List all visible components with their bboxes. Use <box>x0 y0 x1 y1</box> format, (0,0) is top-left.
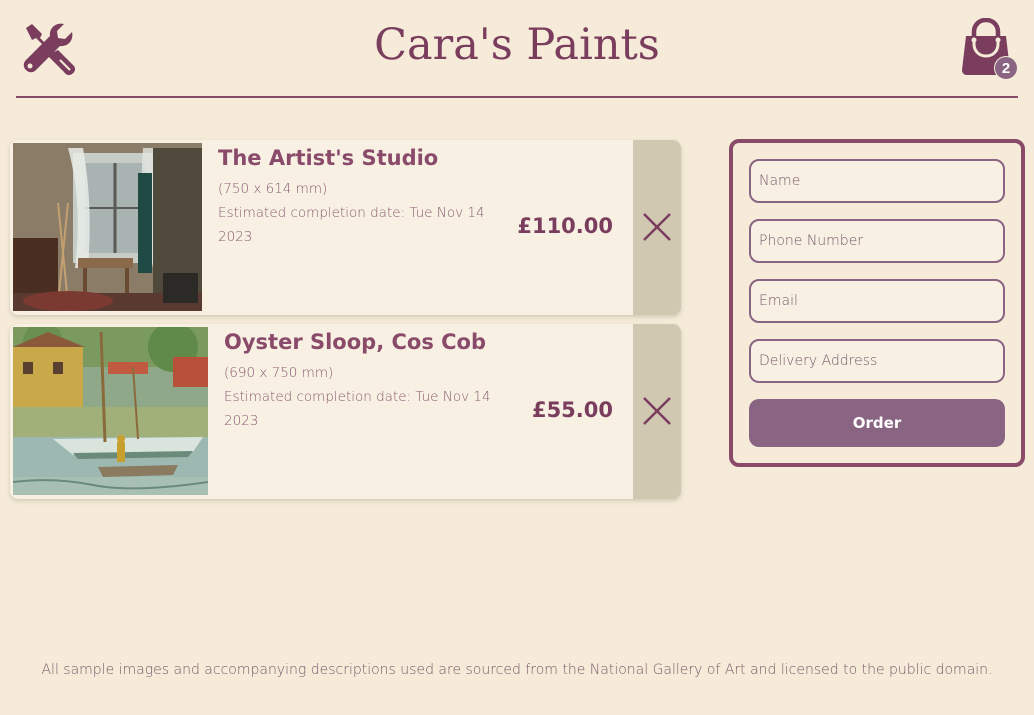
close-icon <box>643 213 671 241</box>
cart-item: The Artist's Studio (750 x 614 mm) Estim… <box>10 140 681 315</box>
remove-item-button[interactable] <box>633 140 681 315</box>
item-price: £55.00 <box>531 398 613 422</box>
item-eta-line: 2023 <box>224 413 259 429</box>
name-field[interactable] <box>749 159 1005 203</box>
item-price: £110.00 <box>517 214 613 238</box>
item-title: The Artist's Studio <box>218 146 439 170</box>
phone-field[interactable] <box>749 219 1005 263</box>
cart-list: The Artist's Studio (750 x 614 mm) Estim… <box>10 140 681 508</box>
item-dimensions: (690 x 750 mm) <box>224 365 334 381</box>
delivery-address-field[interactable] <box>749 339 1005 383</box>
footer-note: All sample images and accompanying descr… <box>41 662 993 678</box>
remove-item-button[interactable] <box>633 324 681 499</box>
item-eta-line: 2023 <box>218 229 253 245</box>
order-form: Order <box>729 139 1025 467</box>
painting-thumbnail <box>13 143 202 311</box>
cart-button[interactable]: 2 <box>960 17 1018 80</box>
order-button[interactable]: Order <box>749 399 1005 447</box>
email-field[interactable] <box>749 279 1005 323</box>
painting-thumbnail <box>13 327 208 495</box>
item-completion-date: Estimated completion date: Tue Nov 14 20… <box>218 201 485 249</box>
close-icon <box>643 397 671 425</box>
item-title: Oyster Sloop, Cos Cob <box>224 330 487 354</box>
cart-item: Oyster Sloop, Cos Cob (690 x 750 mm) Est… <box>10 324 681 499</box>
site-header: Cara's Paints 2 <box>16 0 1018 98</box>
item-eta-line: Estimated completion date: Tue Nov 14 <box>224 389 491 405</box>
item-eta-line: Estimated completion date: Tue Nov 14 <box>218 205 485 221</box>
site-title: Cara's Paints <box>374 20 660 70</box>
item-dimensions: (750 x 614 mm) <box>218 181 328 197</box>
item-completion-date: Estimated completion date: Tue Nov 14 20… <box>224 385 491 433</box>
cart-count-badge: 2 <box>994 56 1018 80</box>
